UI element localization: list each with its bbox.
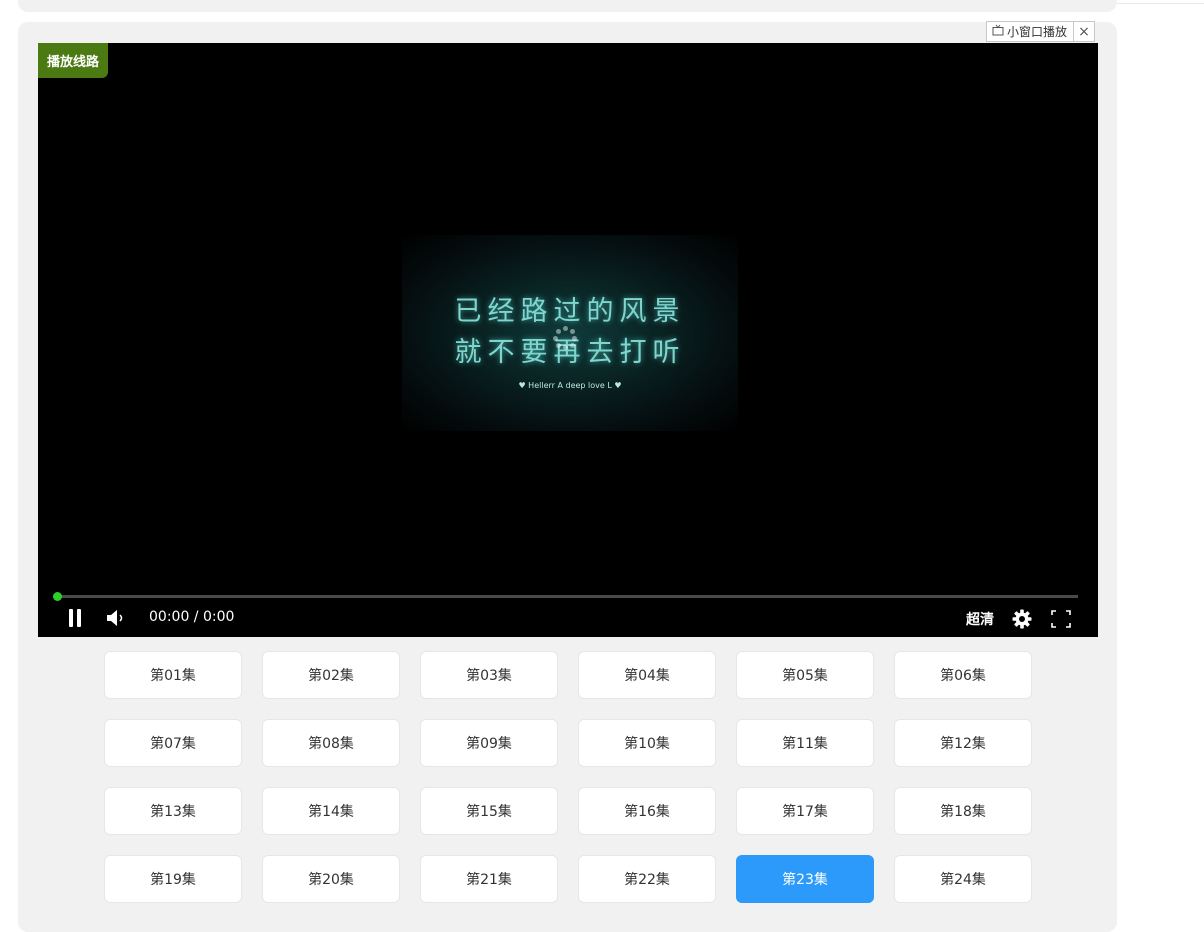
episode-button[interactable]: 第06集 [894,651,1032,699]
player-controls: 00:00 / 0:00 超清 [38,603,1098,633]
episode-button[interactable]: 第15集 [420,787,558,835]
episode-button[interactable]: 第14集 [262,787,400,835]
episode-button[interactable]: 第02集 [262,651,400,699]
episode-button[interactable]: 第22集 [578,855,716,903]
volume-icon [107,610,123,626]
poster-line-1: 已经路过的风景 [454,296,686,327]
video-player[interactable]: 播放线路 已经路过的风景 就不要再去打听 ♥ Hellerr A deep lo… [38,43,1098,637]
episode-button[interactable]: 第17集 [736,787,874,835]
previous-panel-edge [18,0,1117,12]
episode-button[interactable]: 第10集 [578,719,716,767]
gear-icon [1012,609,1032,629]
fullscreen-button[interactable] [1050,608,1072,630]
volume-button[interactable] [105,608,127,628]
close-icon: × [1078,23,1090,40]
time-display: 00:00 / 0:00 [149,609,235,625]
episode-button[interactable]: 第07集 [104,719,242,767]
episode-button[interactable]: 第13集 [104,787,242,835]
episode-button[interactable]: 第05集 [736,651,874,699]
episode-button[interactable]: 第21集 [420,855,558,903]
route-badge[interactable]: 播放线路 [38,43,108,78]
pause-icon [69,609,81,627]
tv-icon [992,24,1004,39]
mini-player-button[interactable]: 小窗口播放 [987,22,1073,41]
episode-button[interactable]: 第12集 [894,719,1032,767]
episode-button[interactable]: 第08集 [262,719,400,767]
quality-selector[interactable]: 超清 [966,609,994,629]
episode-button[interactable]: 第18集 [894,787,1032,835]
episode-list: 第01集 第02集 第03集 第04集 第05集 第06集第07集 第08集 第09集 第10集… [104,651,1032,903]
settings-button[interactable] [1011,608,1033,630]
top-divider [1117,3,1204,4]
episode-button[interactable]: 第01集 [104,651,242,699]
progress-handle[interactable] [53,592,62,601]
mini-player-close-button[interactable]: × [1073,22,1094,41]
episode-button-active[interactable]: 第23集 [736,855,874,903]
loading-spinner-icon [553,326,577,350]
episode-button[interactable]: 第24集 [894,855,1032,903]
episode-button[interactable]: 第09集 [420,719,558,767]
episode-button[interactable]: 第11集 [736,719,874,767]
episode-button[interactable]: 第04集 [578,651,716,699]
mini-player-label: 小窗口播放 [1007,25,1068,39]
fullscreen-icon [1051,610,1071,628]
poster-subtitle: ♥ Hellerr A deep love L ♥ [518,381,622,390]
episode-button[interactable]: 第20集 [262,855,400,903]
pause-button[interactable] [65,608,85,628]
mini-player-control: 小窗口播放 × [986,21,1096,42]
episode-button[interactable]: 第19集 [104,855,242,903]
progress-bar[interactable] [57,595,1078,598]
episode-button[interactable]: 第16集 [578,787,716,835]
episode-button[interactable]: 第03集 [420,651,558,699]
